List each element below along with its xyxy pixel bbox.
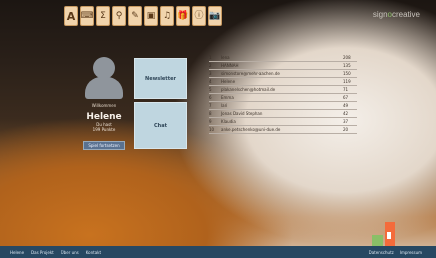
rank-name: lari bbox=[221, 103, 228, 108]
rank-name: Helene bbox=[221, 79, 236, 84]
ranking-row: 2 HANNAH 135 bbox=[209, 62, 357, 70]
newsletter-label: Newsletter bbox=[145, 75, 176, 82]
rank-score: 67 bbox=[343, 95, 349, 100]
info-icon[interactable]: ⓘ bbox=[192, 6, 206, 26]
ranking-row: 6 Emma 67 bbox=[209, 94, 357, 102]
profile-points: 199 Punkte bbox=[92, 127, 116, 132]
gift-icon[interactable]: 🎁 bbox=[176, 6, 190, 26]
chat-tile[interactable]: Chat bbox=[134, 102, 187, 149]
rank-name: Klaudia bbox=[221, 119, 236, 124]
ranking-row: 4 Helene 119 bbox=[209, 78, 357, 86]
footer-bar: Helene Das Projekt Über uns Kontakt Date… bbox=[0, 246, 436, 258]
rank-name: simonstore@mehr-aachen.de bbox=[221, 71, 280, 76]
rank-number: 6 bbox=[209, 95, 212, 100]
rank-score: 20 bbox=[343, 127, 349, 132]
continue-game-button[interactable]: Spiel fortsetzen bbox=[83, 141, 125, 150]
rank-score: 208 bbox=[343, 55, 351, 60]
music-icon[interactable]: ♫ bbox=[160, 6, 174, 26]
logo-white-slot bbox=[387, 232, 391, 239]
footer-link-about[interactable]: Über uns bbox=[61, 250, 79, 255]
footer-link-contact[interactable]: Kontakt bbox=[86, 250, 101, 255]
rank-number: 5 bbox=[209, 87, 212, 92]
ranking-row: 7 lari 49 bbox=[209, 102, 357, 110]
rank-number: 9 bbox=[209, 119, 212, 124]
camera-icon[interactable]: 📷 bbox=[208, 6, 222, 26]
toolbar: A ⌨ Σ ⚲ ✎ ▣ ♫ 🎁 ⓘ 📷 bbox=[64, 6, 222, 28]
rank-score: 42 bbox=[343, 111, 349, 116]
newsletter-tile[interactable]: Newsletter bbox=[134, 58, 187, 99]
rank-number: 8 bbox=[209, 111, 212, 116]
avatar-body bbox=[85, 77, 123, 99]
rank-score: 37 bbox=[343, 119, 349, 124]
font-icon[interactable]: A bbox=[64, 6, 78, 26]
footer-link-imprint[interactable]: Impressum bbox=[400, 250, 422, 255]
profile-caption: Willkommen bbox=[91, 103, 117, 108]
chat-label: Chat bbox=[154, 122, 167, 129]
rank-name: anke.petschenko@uni-due.de bbox=[221, 127, 281, 132]
footer-left-links: Helene Das Projekt Über uns Kontakt bbox=[10, 250, 101, 255]
brand-suffix: creative bbox=[391, 10, 420, 19]
rank-name: HANNAH bbox=[221, 63, 239, 68]
brush-icon[interactable]: ✎ bbox=[128, 6, 142, 26]
calculator-icon[interactable]: ⌨ bbox=[80, 6, 94, 26]
rank-number: 4 bbox=[209, 79, 212, 84]
logo-green-square bbox=[372, 235, 383, 246]
stamp-icon[interactable]: ▣ bbox=[144, 6, 158, 26]
rank-score: 119 bbox=[343, 79, 351, 84]
profile-name: Helene bbox=[86, 112, 122, 122]
formula-icon[interactable]: Σ bbox=[96, 6, 110, 26]
footer-link-user[interactable]: Helene bbox=[10, 250, 24, 255]
rank-score: 150 bbox=[343, 71, 351, 76]
footer-right-links: Datenschutz Impressum bbox=[369, 250, 422, 255]
footer-link-privacy[interactable]: Datenschutz bbox=[369, 250, 394, 255]
ranking-row: 5 plakanelschen@hotmail.de 71 bbox=[209, 86, 357, 94]
ranking-row: 1 lena 208 bbox=[209, 54, 357, 62]
brand-logo: signocreative bbox=[373, 10, 420, 19]
rank-name: plakanelschen@hotmail.de bbox=[221, 87, 276, 92]
rank-number: 10 bbox=[209, 127, 215, 132]
rank-name: Jonas David Stephan bbox=[221, 111, 263, 116]
rank-name: Emma bbox=[221, 95, 234, 100]
rank-number: 7 bbox=[209, 103, 212, 108]
ranking-row: 9 Klaudia 37 bbox=[209, 118, 357, 126]
brand-prefix: sign bbox=[372, 10, 388, 19]
avatar bbox=[93, 57, 115, 79]
rank-number: 1 bbox=[209, 55, 212, 60]
rank-score: 135 bbox=[343, 63, 351, 68]
ranking-row: 10 anke.petschenko@uni-due.de 20 bbox=[209, 126, 357, 134]
ranking-list: 1 lena 208 2 HANNAH 135 3 simonstore@mehr-aac… bbox=[209, 54, 357, 134]
decorative-logo bbox=[372, 220, 398, 246]
rank-number: 2 bbox=[209, 63, 212, 68]
profile-card: Willkommen Helene Du hast 199 Punkte Spi… bbox=[78, 57, 130, 151]
pin-icon[interactable]: ⚲ bbox=[112, 6, 126, 26]
rank-score: 71 bbox=[343, 87, 349, 92]
ranking-row: 3 simonstore@mehr-aachen.de 150 bbox=[209, 70, 357, 78]
ranking-row: 8 Jonas David Stephan 42 bbox=[209, 110, 357, 118]
rank-score: 49 bbox=[343, 103, 349, 108]
footer-link-project[interactable]: Das Projekt bbox=[31, 250, 54, 255]
rank-number: 3 bbox=[209, 71, 212, 76]
rank-name: lena bbox=[221, 55, 230, 60]
